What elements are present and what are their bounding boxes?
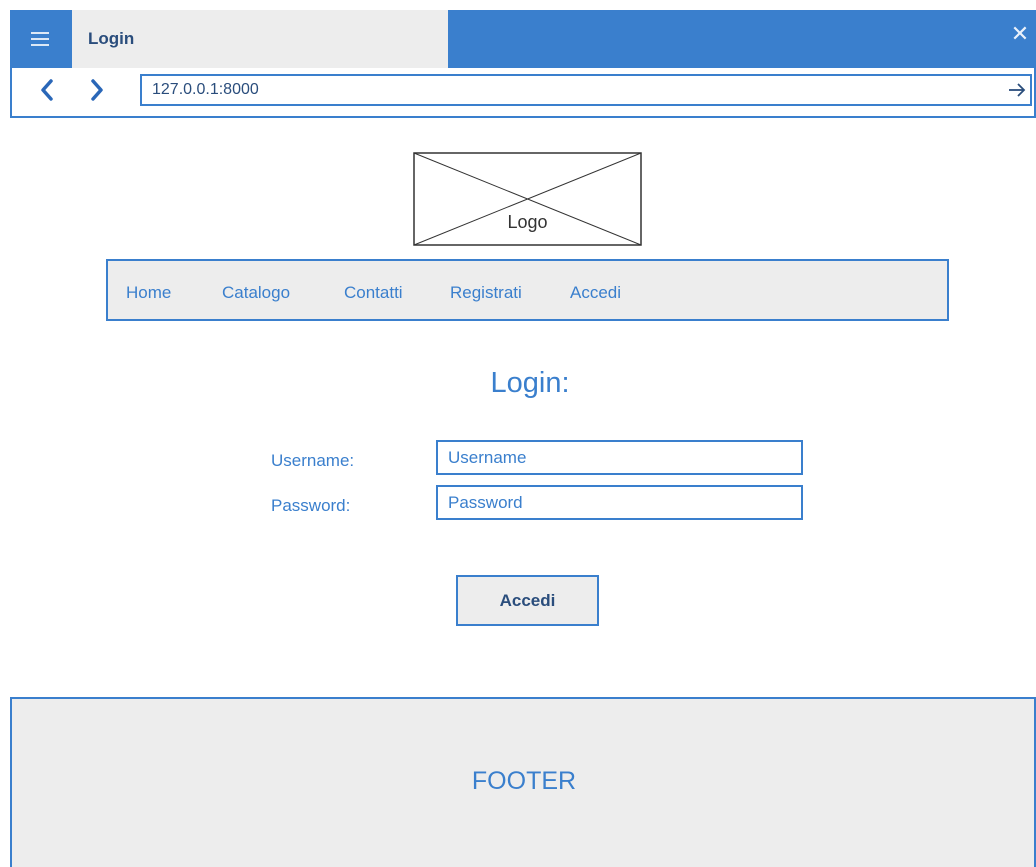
footer: FOOTER — [10, 697, 1036, 867]
url-input[interactable]: 127.0.0.1:8000 — [140, 74, 1032, 106]
login-submit-button[interactable]: Accedi — [456, 575, 599, 626]
username-input[interactable]: Username — [436, 440, 803, 475]
logo-placeholder: Logo — [413, 152, 642, 246]
nav-item-accedi[interactable]: Accedi — [570, 283, 621, 303]
password-label: Password: — [271, 496, 351, 515]
username-label: Username: — [271, 451, 355, 470]
password-input[interactable]: Password — [436, 485, 803, 520]
logo-label: Logo — [507, 212, 548, 232]
close-icon[interactable]: ✕ — [1010, 23, 1030, 45]
tab-login[interactable]: Login — [72, 10, 448, 70]
chevron-right-icon[interactable] — [86, 77, 108, 103]
username-placeholder: Username — [448, 448, 527, 467]
password-placeholder: Password — [448, 493, 523, 512]
page-title: Login: — [490, 367, 570, 399]
url-text: 127.0.0.1:8000 — [152, 81, 259, 98]
nav-item-contatti[interactable]: Contatti — [344, 283, 403, 303]
hamburger-icon[interactable] — [10, 10, 70, 68]
nav-item-registrati[interactable]: Registrati — [450, 283, 522, 303]
arrow-right-icon[interactable] — [1006, 79, 1028, 101]
browser-window: Login ✕ 127.0.0.1:8000 Logo Home Catalog… — [0, 0, 1036, 867]
address-bar: 127.0.0.1:8000 — [10, 68, 1036, 118]
chevron-left-icon[interactable] — [36, 77, 58, 103]
nav-item-catalogo[interactable]: Catalogo — [222, 283, 290, 303]
tab-title: Login — [88, 29, 135, 48]
footer-text: FOOTER — [471, 767, 577, 795]
main-nav: Home Catalogo Contatti Registrati Accedi — [106, 259, 949, 321]
title-bar: Login ✕ — [10, 10, 1036, 70]
nav-item-home[interactable]: Home — [126, 283, 171, 303]
